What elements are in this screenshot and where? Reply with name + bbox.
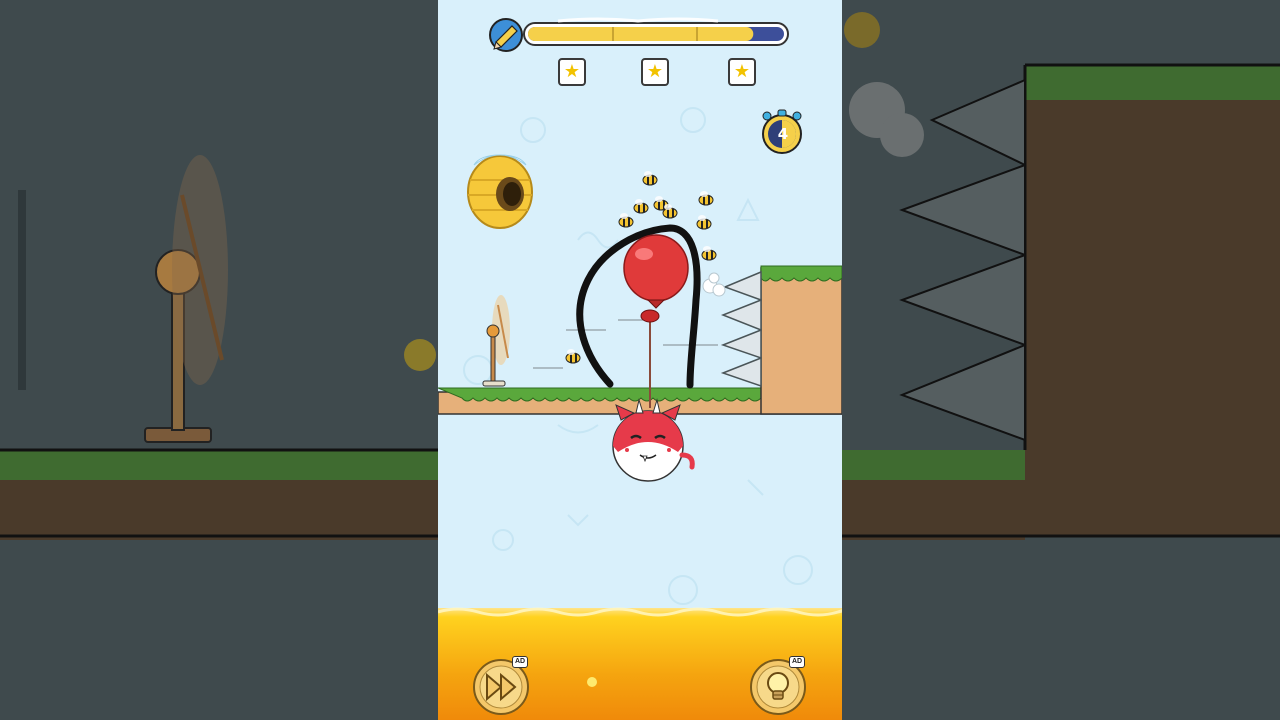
raised-dirt-block	[760, 265, 842, 415]
star-slot-3: ★	[728, 58, 756, 86]
star-icon: ★	[646, 61, 664, 82]
fan	[482, 295, 510, 387]
hint-button[interactable]: AD	[749, 656, 807, 716]
background-left-blur	[0, 0, 438, 720]
stopwatch-icon: 4	[762, 109, 802, 154]
ad-badge: AD	[512, 656, 529, 668]
ink-meter	[523, 17, 789, 46]
ink-meter-fill	[528, 27, 754, 41]
wall-spikes	[720, 270, 762, 388]
star-slot-2: ★	[641, 58, 669, 86]
star-icon: ★	[733, 61, 751, 82]
pencil-icon	[489, 18, 523, 52]
background-right-scene	[842, 12, 1280, 540]
game-scene: 4	[438, 17, 842, 720]
beehive	[467, 154, 533, 229]
background-left-scene	[0, 155, 438, 540]
game-viewport[interactable]: 4 ★ ★ ★ AD AD	[438, 0, 842, 720]
dust-puff	[702, 272, 726, 297]
skip-level-button[interactable]: AD	[472, 656, 530, 716]
star-icon: ★	[563, 61, 581, 82]
timer-value: 4	[778, 125, 788, 143]
ad-badge: AD	[789, 656, 806, 668]
star-slot-1: ★	[558, 58, 586, 86]
background-right-blur	[842, 0, 1280, 720]
red-balloon	[623, 234, 689, 408]
